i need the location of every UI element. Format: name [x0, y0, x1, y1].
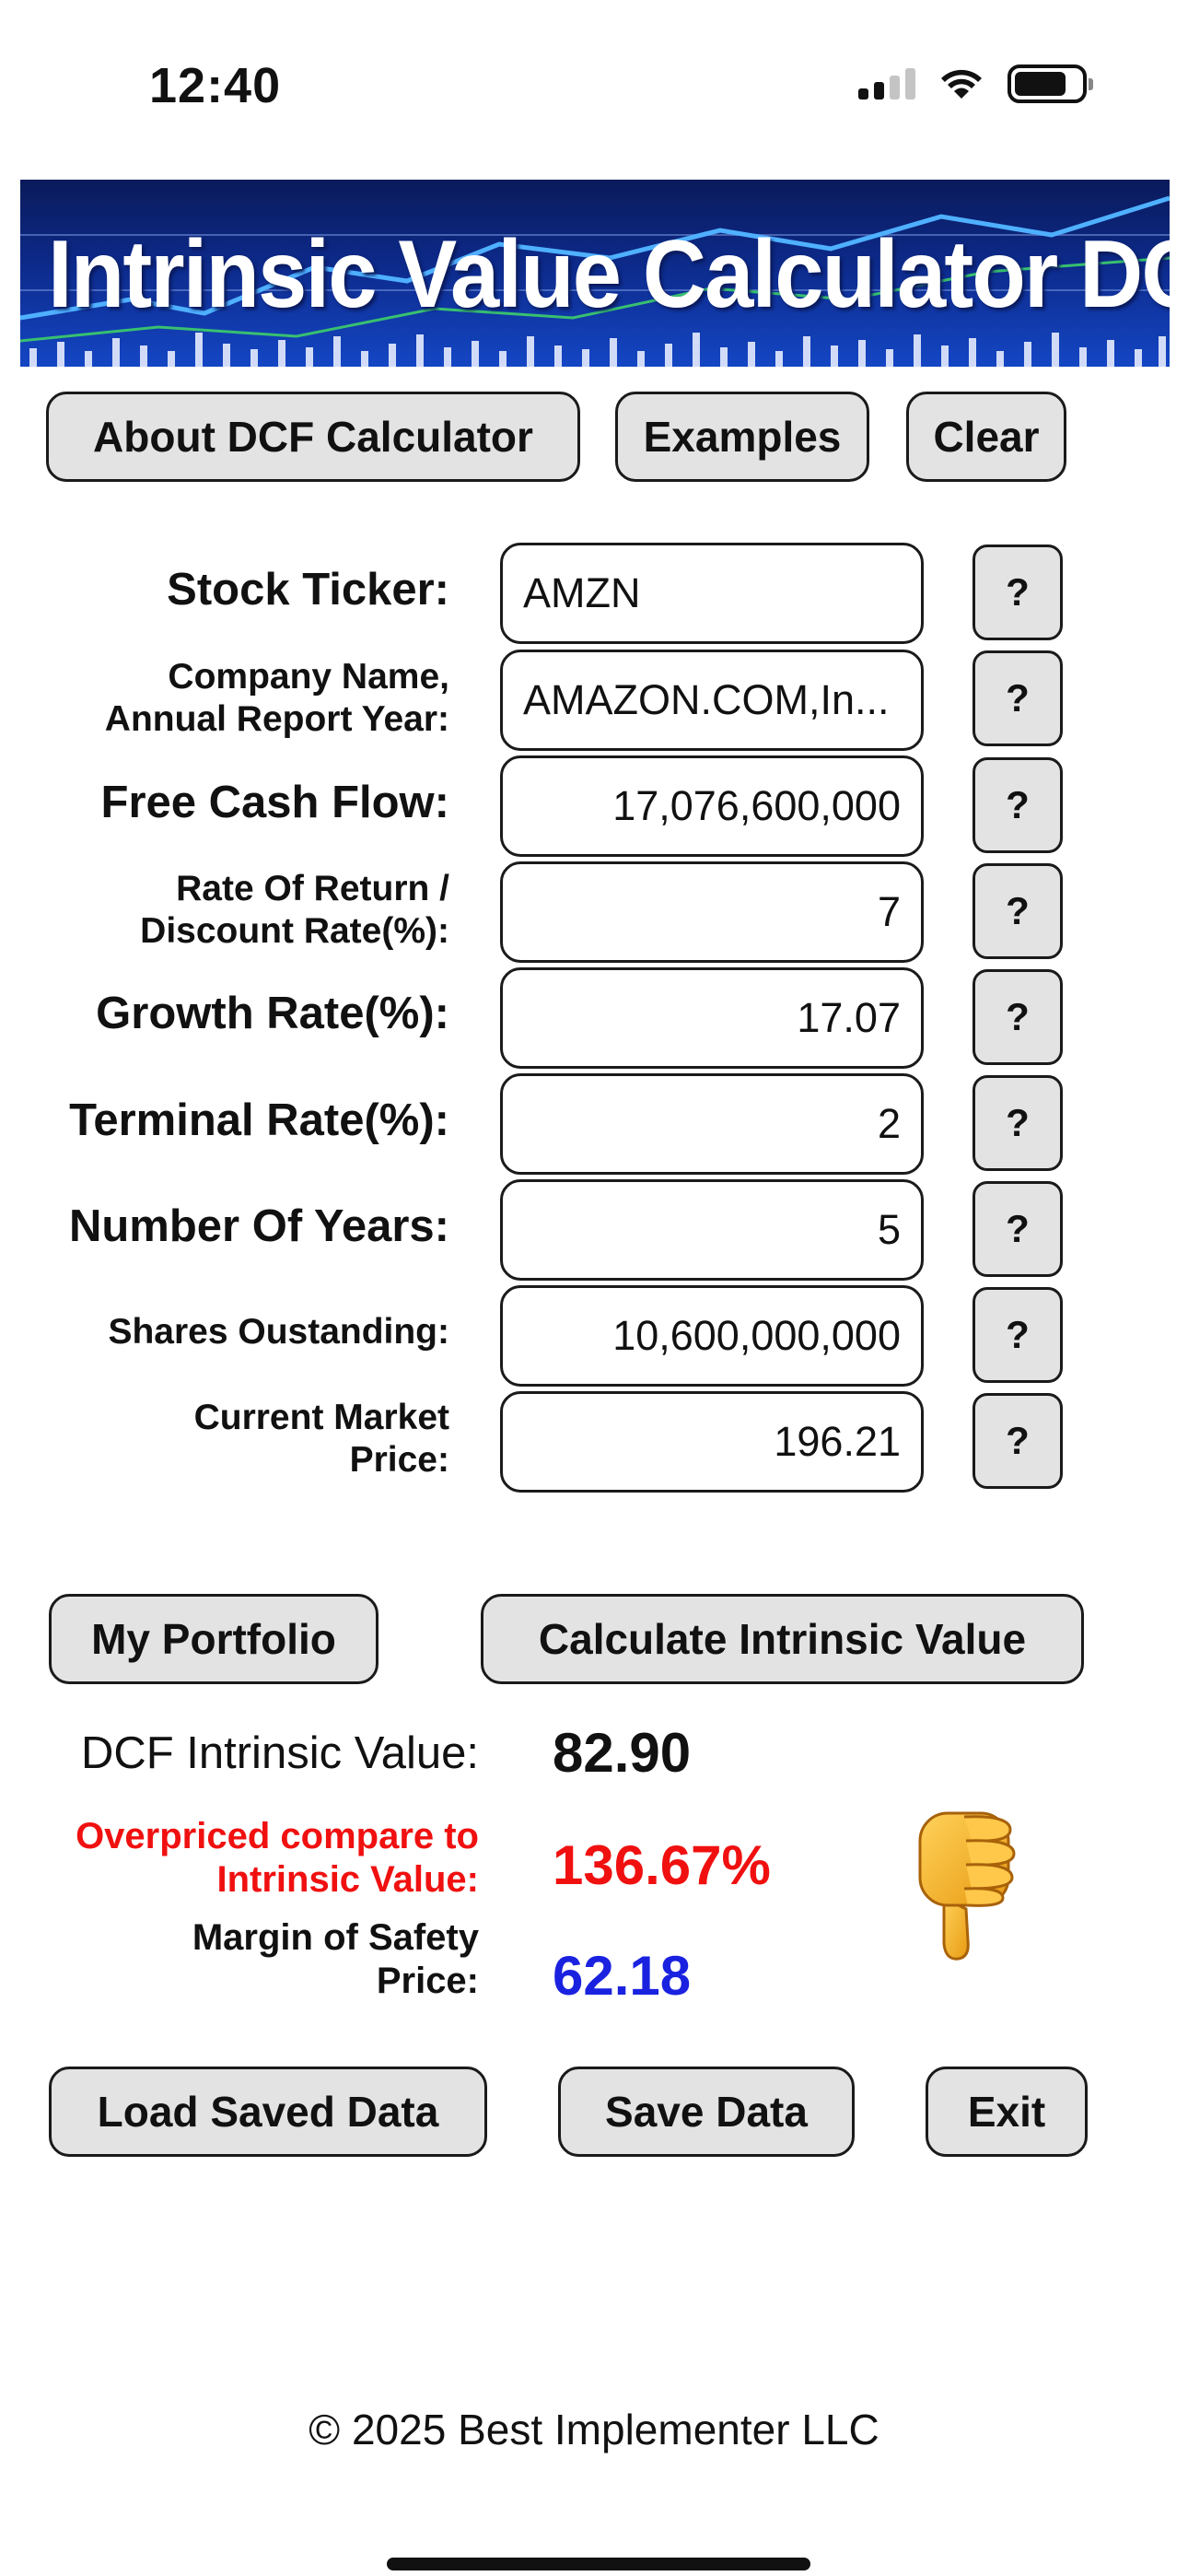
status-time: 12:40 — [149, 58, 282, 113]
cellular-signal-icon — [858, 68, 915, 100]
terminal-rate-help-button[interactable]: ? — [973, 1075, 1063, 1171]
company-name-input[interactable]: AMAZON.COM,In... — [500, 650, 924, 751]
growth-rate-help-button[interactable]: ? — [973, 969, 1063, 1065]
load-saved-data-button[interactable]: Load Saved Data — [49, 2067, 487, 2157]
current-market-price-help-button[interactable]: ? — [973, 1393, 1063, 1489]
current-market-price-input[interactable]: 196.21 — [500, 1391, 924, 1493]
stock-ticker-label: Stock Ticker: — [167, 565, 449, 615]
copyright-text: © 2025 Best Implementer LLC — [309, 2406, 879, 2453]
growth-rate-input[interactable]: 17.07 — [500, 967, 924, 1069]
dcf-intrinsic-value: 82.90 — [553, 1722, 692, 1784]
discount-rate-help-button[interactable]: ? — [973, 863, 1063, 959]
company-name-help-button[interactable]: ? — [973, 650, 1063, 746]
calculate-intrinsic-value-button[interactable]: Calculate Intrinsic Value — [481, 1594, 1084, 1684]
margin-of-safety-label: Margin of Safety Price: — [192, 1917, 479, 2001]
stock-ticker-input[interactable]: AMZN — [500, 543, 924, 644]
examples-button[interactable]: Examples — [615, 392, 869, 482]
free-cash-flow-help-button[interactable]: ? — [973, 757, 1063, 853]
clear-button[interactable]: Clear — [906, 392, 1066, 482]
about-dcf-calculator-button[interactable]: About DCF Calculator — [46, 392, 580, 482]
dcf-intrinsic-value-label: DCF Intrinsic Value: — [80, 1728, 479, 1778]
number-of-years-input[interactable]: 5 — [500, 1179, 924, 1281]
overpriced-percent-value: 136.67% — [553, 1834, 771, 1896]
discount-rate-label: Rate Of Return / Discount Rate(%): — [140, 869, 449, 951]
shares-outstanding-help-button[interactable]: ? — [973, 1287, 1063, 1383]
thumbs-down-icon — [918, 1811, 1016, 1961]
company-name-label: Company Name, Annual Report Year: — [104, 657, 449, 739]
banner-title: Intrinsic Value Calculator DCF — [48, 221, 1170, 328]
home-indicator[interactable] — [387, 2558, 810, 2570]
status-icons — [858, 64, 1093, 103]
free-cash-flow-label: Free Cash Flow: — [100, 778, 449, 827]
current-market-price-label: Current Market Price: — [193, 1398, 449, 1480]
terminal-rate-label: Terminal Rate(%): — [69, 1095, 449, 1145]
terminal-rate-input[interactable]: 2 — [500, 1073, 924, 1175]
free-cash-flow-input[interactable]: 17,076,600,000 — [500, 755, 924, 857]
growth-rate-label: Growth Rate(%): — [96, 989, 449, 1038]
save-data-button[interactable]: Save Data — [558, 2067, 855, 2157]
exit-button[interactable]: Exit — [926, 2067, 1088, 2157]
my-portfolio-button[interactable]: My Portfolio — [49, 1594, 379, 1684]
shares-outstanding-label: Shares Oustanding: — [108, 1312, 449, 1352]
shares-outstanding-input[interactable]: 10,600,000,000 — [500, 1285, 924, 1387]
overpriced-label: Overpriced compare to Intrinsic Value: — [76, 1816, 479, 1900]
battery-icon — [1007, 64, 1093, 103]
app-banner: Intrinsic Value Calculator DCF — [20, 180, 1170, 367]
number-of-years-help-button[interactable]: ? — [973, 1181, 1063, 1277]
discount-rate-input[interactable]: 7 — [500, 861, 924, 963]
number-of-years-label: Number Of Years: — [68, 1201, 449, 1251]
margin-of-safety-value: 62.18 — [553, 1945, 692, 2007]
stock-ticker-help-button[interactable]: ? — [973, 544, 1063, 640]
wifi-icon — [941, 69, 982, 99]
